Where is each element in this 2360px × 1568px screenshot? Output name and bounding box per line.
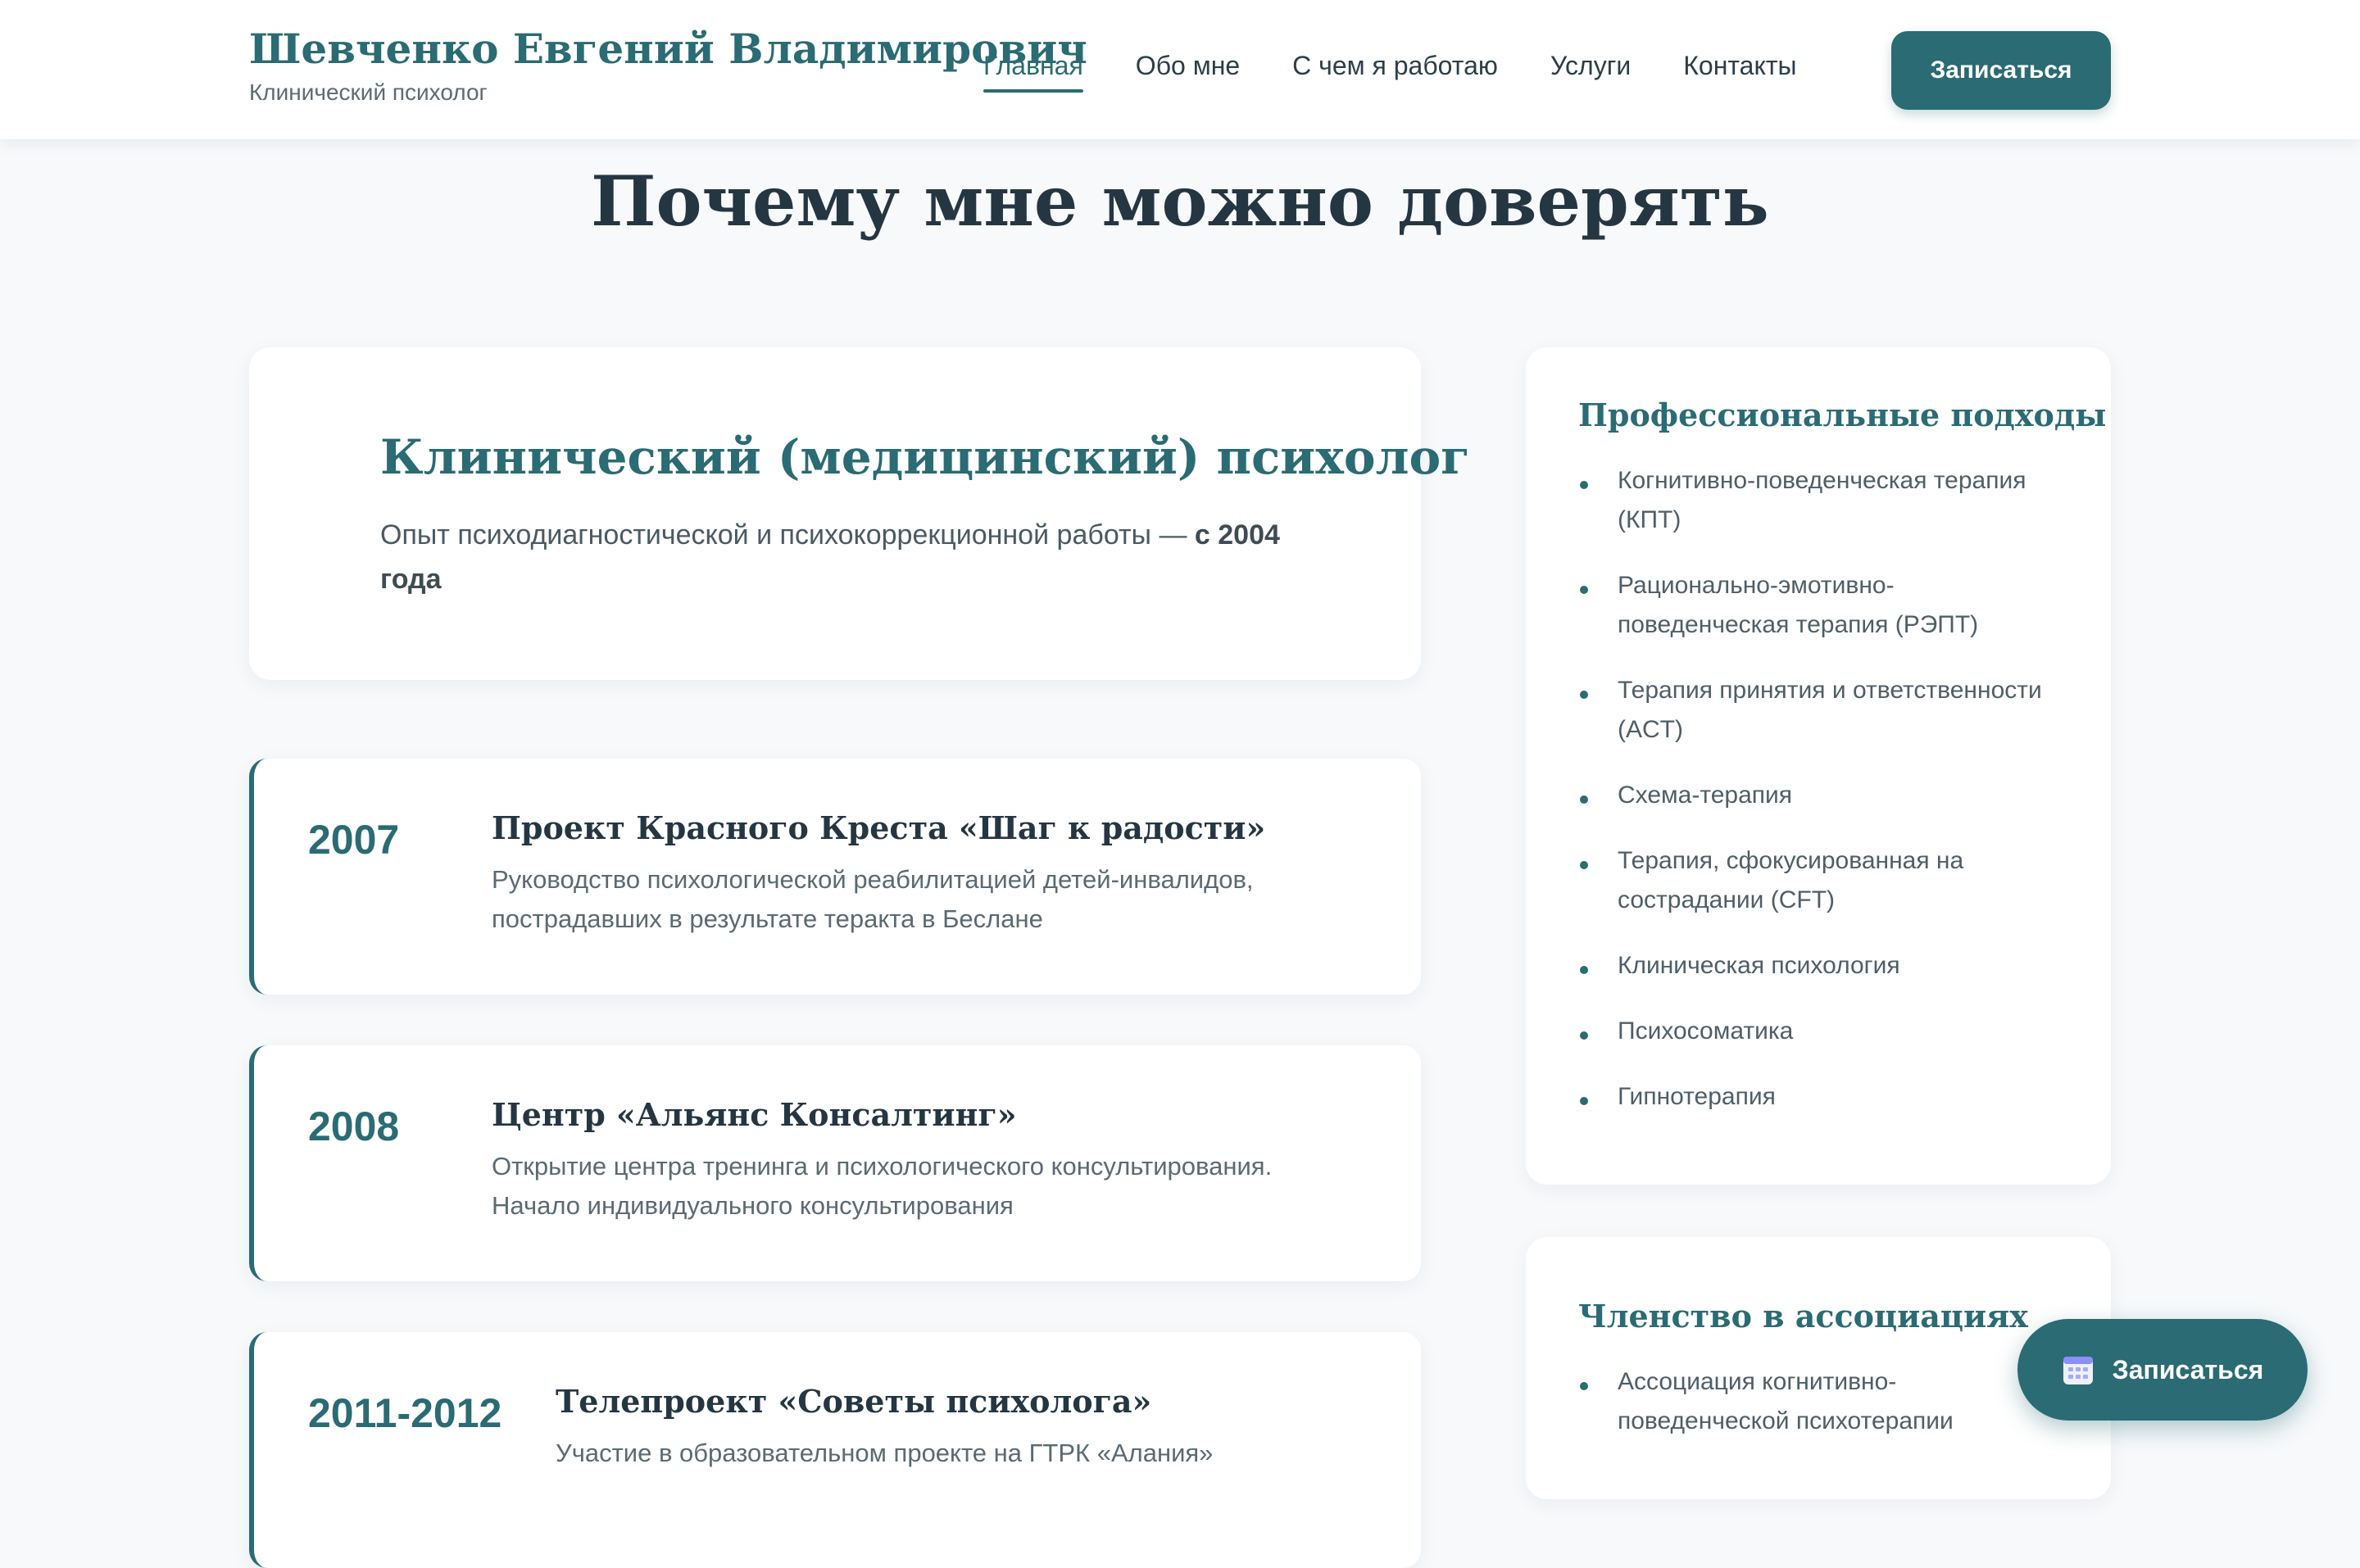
- list-item-label: Терапия принятия и ответственности (ACT): [1618, 677, 2042, 743]
- brand[interactable]: Шевченко Евгений Владимирович Клинически…: [249, 25, 1087, 106]
- associations-title: Членство в ассоциациях: [1578, 1298, 2028, 1335]
- list-item: Рационально-эмотивно-поведенческая терап…: [1578, 566, 2058, 645]
- list-item: Когнитивно-поведенческая терапия (КПТ): [1578, 461, 2058, 540]
- bullet-icon: [1580, 586, 1588, 594]
- bullet-icon: [1580, 966, 1588, 974]
- bullet-icon: [1580, 1382, 1588, 1390]
- nav-item-issues[interactable]: С чем я работаю: [1292, 51, 1498, 93]
- list-item: Терапия принятия и ответственности (ACT): [1578, 671, 2058, 750]
- list-item: Клиническая психология: [1578, 946, 2058, 986]
- list-item-label: Терапия, сфокусированная на сострадании …: [1618, 847, 1964, 913]
- list-item-label: Схема-терапия: [1618, 782, 1793, 809]
- bullet-icon: [1580, 481, 1588, 489]
- timeline-description: Участие в образовательном проекте на ГТР…: [556, 1439, 1214, 1467]
- timeline-description: Открытие центра тренинга и психологическ…: [492, 1152, 1273, 1220]
- list-item-label: Клиническая психология: [1618, 952, 1900, 979]
- timeline-description: Руководство психологической реабилитацие…: [492, 865, 1254, 933]
- timeline-year: 2007: [308, 817, 400, 863]
- intro-text: Опыт психодиагностической и психокоррекц…: [380, 513, 1290, 601]
- timeline-title: Проект Красного Креста «Шаг к радости»: [492, 809, 1266, 846]
- list-item: Терапия, сфокусированная на сострадании …: [1578, 841, 2058, 920]
- main-nav: Главная Обо мне С чем я работаю Услуги К…: [983, 51, 1849, 93]
- approaches-card: Профессиональные подходы Когнитивно-пове…: [1526, 347, 2111, 1185]
- bullet-icon: [1580, 1097, 1588, 1105]
- nav-item-home[interactable]: Главная: [983, 51, 1083, 93]
- timeline-item: 2011-2012 Телепроект «Советы психолога» …: [249, 1332, 1421, 1568]
- timeline-item: 2007 Проект Красного Креста «Шаг к радос…: [249, 759, 1421, 995]
- timeline-title: Центр «Альянс Консалтинг»: [492, 1096, 1017, 1133]
- brand-name: Шевченко Евгений Владимирович: [249, 25, 1087, 73]
- floating-book-label: Записаться: [2112, 1354, 2264, 1384]
- calendar-icon: [2062, 1353, 2094, 1386]
- timeline-title: Телепроект «Советы психолога»: [556, 1383, 1152, 1420]
- bullet-icon: [1580, 861, 1588, 869]
- bullet-icon: [1580, 795, 1588, 804]
- nav-item-services[interactable]: Услуги: [1550, 51, 1631, 93]
- list-item: Психосоматика: [1578, 1012, 2058, 1051]
- timeline-year: 2008: [308, 1103, 400, 1149]
- nav-item-contacts[interactable]: Контакты: [1683, 51, 1796, 93]
- section-title: Почему мне можно доверять: [591, 161, 1769, 242]
- list-item: Гипнотерапия: [1578, 1077, 2058, 1117]
- list-item: Схема-терапия: [1578, 776, 2058, 815]
- approaches-title: Профессиональные подходы: [1578, 397, 2107, 433]
- associations-list: Ассоциация когнитивно-поведенческой псих…: [1578, 1362, 2058, 1441]
- list-item-label: Когнитивно-поведенческая терапия (КПТ): [1618, 467, 2026, 533]
- list-item-label: Гипнотерапия: [1618, 1083, 1776, 1110]
- intro-text-main: Опыт психодиагностической и психокоррекц…: [380, 519, 1195, 551]
- timeline-year: 2011-2012: [308, 1390, 502, 1436]
- list-item-label: Ассоциация когнитивно-поведенческой псих…: [1618, 1368, 1954, 1434]
- brand-subtitle: Клинический психолог: [249, 79, 488, 105]
- intro-card: Клинический (медицинский) психолог Опыт …: [249, 347, 1470, 680]
- timeline-item: 2008 Центр «Альянс Консалтинг» Открытие …: [249, 1045, 1421, 1281]
- approaches-list: Когнитивно-поведенческая терапия (КПТ) Р…: [1578, 461, 2058, 1117]
- list-item-label: Психосоматика: [1618, 1017, 1794, 1045]
- site-header: Шевченко Евгений Владимирович Клинически…: [0, 0, 2360, 139]
- bullet-icon: [1580, 1031, 1588, 1040]
- bullet-icon: [1580, 691, 1588, 699]
- nav-item-about[interactable]: Обо мне: [1136, 51, 1240, 93]
- list-item-label: Рационально-эмотивно-поведенческая терап…: [1618, 572, 1979, 638]
- list-item: Ассоциация когнитивно-поведенческой псих…: [1578, 1362, 2058, 1441]
- book-button[interactable]: Записаться: [1891, 31, 2111, 110]
- floating-book-button[interactable]: Записаться: [2017, 1319, 2308, 1421]
- intro-title: Клинический (медицинский) психолог: [380, 429, 1470, 485]
